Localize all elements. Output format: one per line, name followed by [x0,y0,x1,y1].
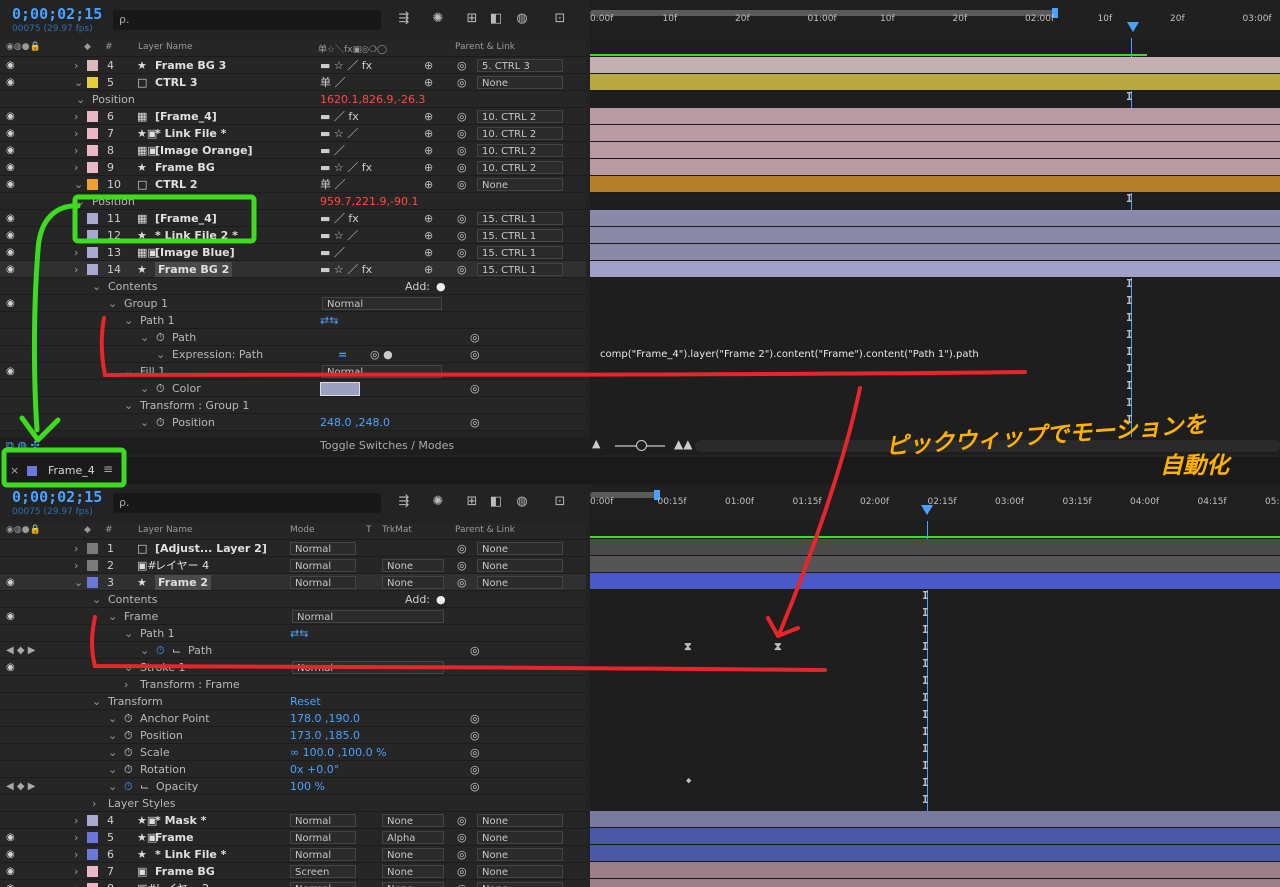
red-line-path [90,615,827,672]
green-highlight-tab [1,447,127,488]
green-arrow-head [19,415,61,443]
red-line-expression [99,316,1027,378]
annotation-text-line2: 自動化 [1160,453,1229,479]
red-arrow [778,386,862,634]
green-arrow [31,203,81,433]
green-highlight-frame4-layer [72,194,257,244]
